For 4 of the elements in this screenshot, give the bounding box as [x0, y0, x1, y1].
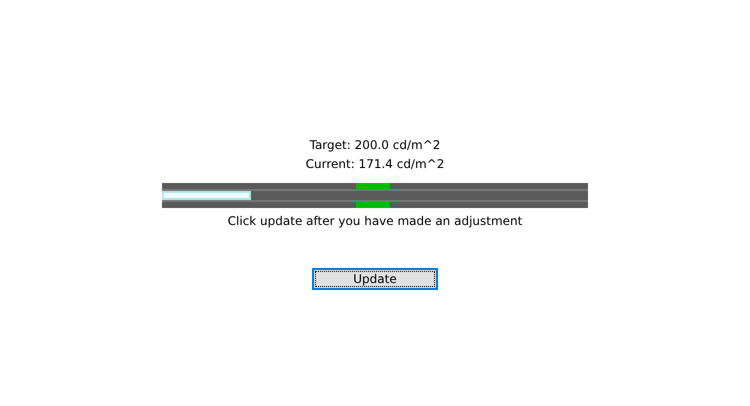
target-label: Target: 200.0 cd/m^2 [310, 137, 440, 154]
hint-text: Click update after you have made an adjustment [228, 213, 522, 230]
current-label: Current: 171.4 cd/m^2 [306, 156, 444, 173]
update-button[interactable]: Update [312, 268, 438, 290]
